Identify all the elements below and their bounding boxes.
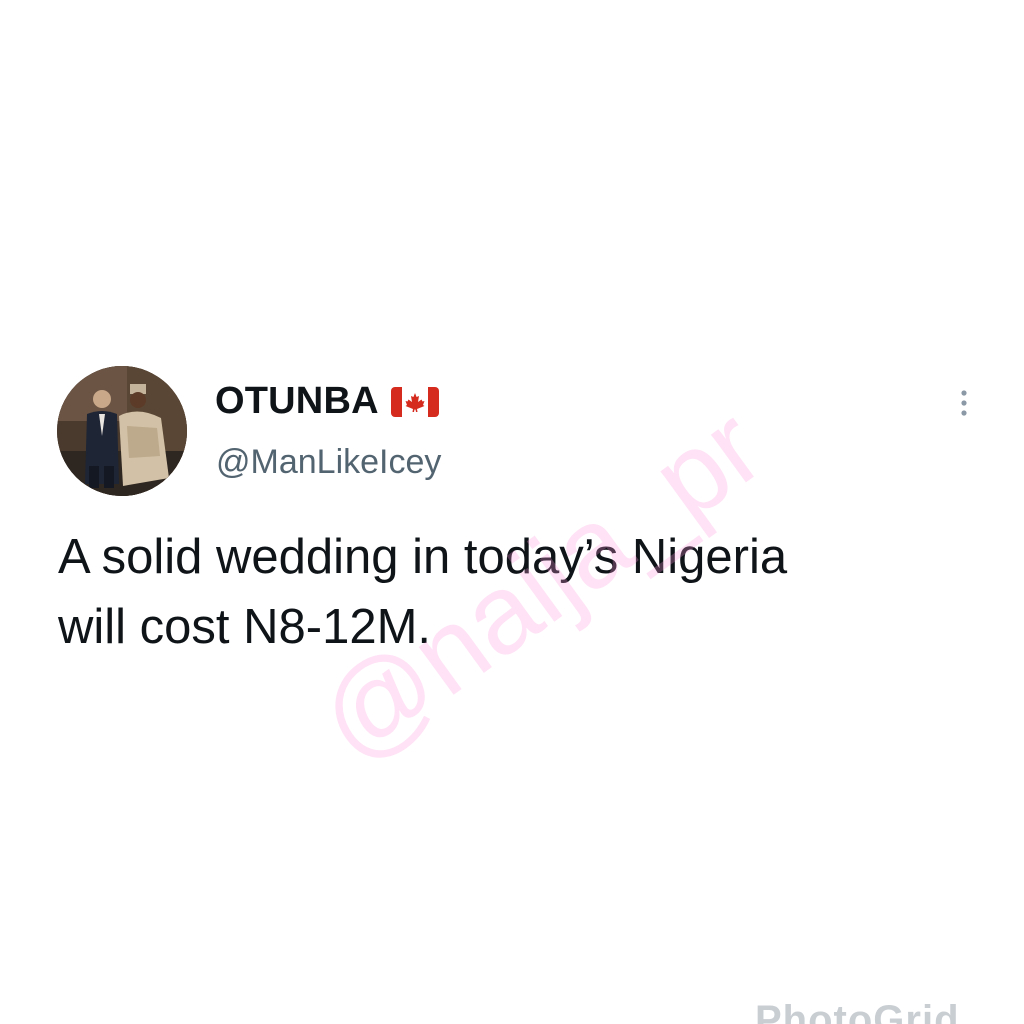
display-name[interactable]: OTUNBA	[215, 378, 439, 424]
more-options-button[interactable]	[950, 383, 978, 423]
user-handle[interactable]: @ManLikeIcey	[216, 441, 441, 483]
avatar[interactable]	[57, 366, 187, 496]
page: OTUNBA @ManLikeIcey A solid wedding in t…	[0, 0, 1024, 1024]
tweet-card[interactable]: OTUNBA @ManLikeIcey A solid wedding in t…	[0, 0, 1024, 1024]
profile-photo	[57, 366, 187, 496]
photogrid-watermark: PhotoGrid	[755, 998, 960, 1024]
more-vertical-icon	[961, 390, 967, 416]
canada-flag-icon	[390, 387, 439, 417]
tweet-text: A solid wedding in today’s Nigeria will …	[58, 530, 788, 654]
display-name-text[interactable]: OTUNBA	[215, 378, 379, 424]
